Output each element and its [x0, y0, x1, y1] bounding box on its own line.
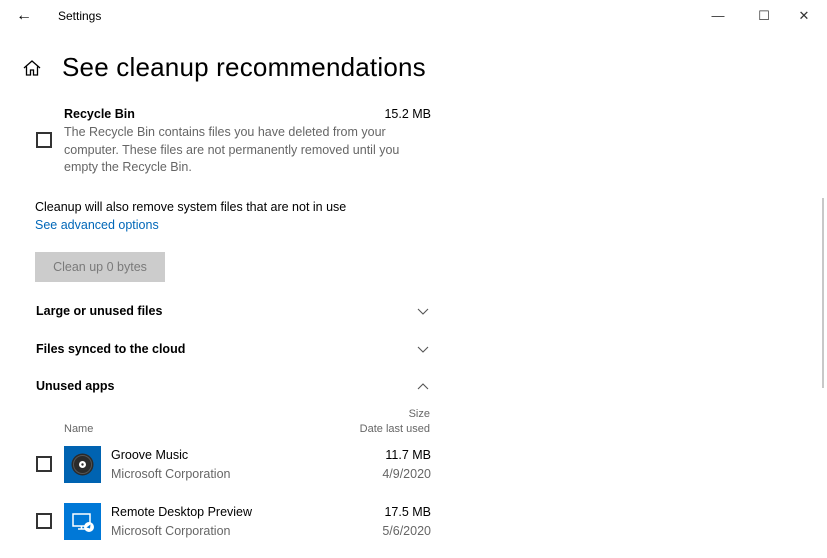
- close-button[interactable]: ✕: [781, 0, 827, 32]
- advanced-options-link[interactable]: See advanced options: [35, 218, 159, 232]
- recycle-bin-size: 15.2 MB: [384, 107, 431, 121]
- app-title: Settings: [58, 9, 102, 23]
- chevron-up-icon: [417, 383, 429, 390]
- remote-desktop-icon: [64, 503, 101, 540]
- app-size: 17.5 MB: [384, 505, 431, 519]
- recycle-bin-description: The Recycle Bin contains files you have …: [64, 125, 400, 174]
- scrollbar[interactable]: [822, 198, 824, 388]
- minimize-button[interactable]: —: [695, 0, 741, 32]
- section-label: Unused apps: [36, 379, 115, 393]
- app-name: Groove Music: [111, 448, 189, 462]
- app-date-last-used: 4/9/2020: [382, 467, 431, 481]
- section-files-synced-cloud[interactable]: Files synced to the cloud: [36, 342, 434, 356]
- app-checkbox[interactable]: [36, 456, 52, 472]
- chevron-down-icon: [417, 308, 429, 315]
- recycle-bin-title: Recycle Bin: [64, 107, 135, 121]
- column-header-name[interactable]: Name: [64, 423, 93, 435]
- back-button[interactable]: ←: [12, 4, 36, 28]
- section-unused-apps[interactable]: Unused apps: [36, 379, 434, 393]
- column-header-size[interactable]: Size: [330, 408, 430, 420]
- home-icon[interactable]: [22, 58, 42, 78]
- app-publisher: Microsoft Corporation: [111, 524, 231, 538]
- app-size: 11.7 MB: [385, 448, 431, 462]
- app-publisher: Microsoft Corporation: [111, 467, 231, 481]
- app-checkbox[interactable]: [36, 513, 52, 529]
- app-name: Remote Desktop Preview: [111, 505, 253, 519]
- chevron-down-icon: [417, 346, 429, 353]
- section-label: Large or unused files: [36, 304, 163, 318]
- cleanup-button[interactable]: Clean up 0 bytes: [35, 252, 165, 282]
- column-header-date[interactable]: Date last used: [330, 423, 430, 435]
- page-title: See cleanup recommendations: [62, 52, 426, 82]
- app-date-last-used: 5/6/2020: [382, 524, 431, 538]
- recycle-bin-checkbox[interactable]: [36, 132, 52, 148]
- groove-music-icon: [64, 446, 101, 483]
- title-bar: ← Settings — ☐ ✕: [0, 0, 827, 32]
- section-label: Files synced to the cloud: [36, 342, 186, 356]
- section-large-unused-files[interactable]: Large or unused files: [36, 304, 434, 318]
- system-files-note: Cleanup will also remove system files th…: [35, 200, 347, 214]
